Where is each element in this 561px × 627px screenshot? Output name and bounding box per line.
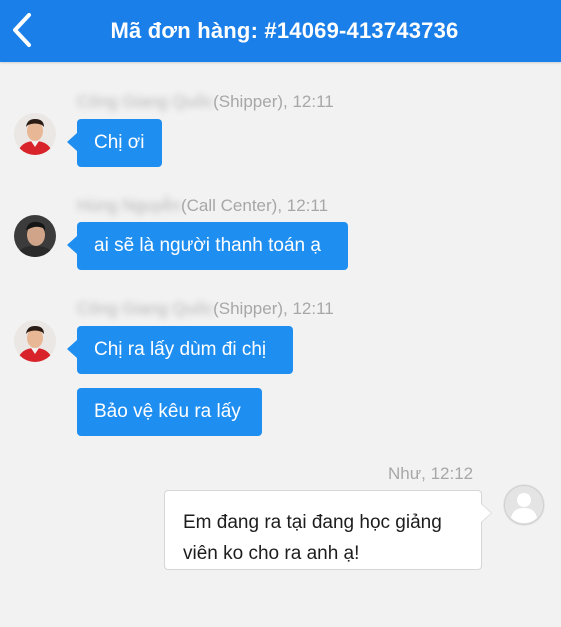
person-avatar-icon — [14, 320, 56, 362]
message-text: ai sẽ là người thanh toán ạ — [94, 235, 321, 256]
message-text: Chị ra lấy dùm đi chị — [94, 339, 267, 360]
user-placeholder-icon — [503, 484, 545, 526]
back-button[interactable] — [2, 9, 42, 51]
sender-role-time: (Shipper), 12:11 — [213, 299, 334, 318]
shipper-avatar[interactable] — [14, 113, 56, 155]
order-title: Mã đơn hàng: #14069-413743736 — [110, 18, 459, 43]
message-text: Bảo vệ kêu ra lấy — [94, 401, 241, 422]
message-bubble[interactable]: Chị ơi — [67, 119, 162, 167]
person-avatar-icon — [14, 215, 56, 257]
chat-header: Mã đơn hàng: #14069-413743736 — [0, 0, 561, 62]
message-meta: Hùng Nguyễn(Call Center), 12:11 — [77, 196, 328, 216]
message-meta: Công Giang Quốc(Shipper), 12:11 — [77, 92, 334, 112]
message-text: Em đang ra tại đang học giảng viên ko ch… — [183, 512, 442, 564]
sender-name: Như — [388, 464, 422, 483]
sender-name: Công Giang Quốc — [77, 92, 214, 111]
outgoing-message-bubble[interactable]: Em đang ra tại đang học giảng viên ko ch… — [164, 490, 492, 570]
call-center-avatar[interactable] — [14, 215, 56, 257]
default-user-avatar[interactable] — [503, 484, 545, 526]
message-meta: Như, 12:12 — [388, 464, 473, 484]
sender-role-time: (Call Center), 12:11 — [180, 196, 329, 215]
message-meta: Công Giang Quốc(Shipper), 12:11 — [77, 299, 334, 319]
chevron-left-icon — [13, 13, 31, 47]
message-bubble[interactable]: Bảo vệ kêu ra lấy — [77, 388, 262, 436]
message-text: Chị ơi — [94, 132, 145, 153]
sender-role-time: , 12:12 — [421, 464, 474, 483]
person-avatar-icon — [14, 113, 56, 155]
message-bubble[interactable]: ai sẽ là người thanh toán ạ — [67, 222, 348, 270]
sender-name: Hùng Nguyễn — [77, 196, 181, 215]
message-bubble[interactable]: Chị ra lấy dùm đi chị — [67, 326, 293, 374]
shipper-avatar[interactable] — [14, 320, 56, 362]
sender-role-time: (Shipper), 12:11 — [213, 92, 334, 111]
sender-name: Công Giang Quốc — [77, 299, 214, 318]
